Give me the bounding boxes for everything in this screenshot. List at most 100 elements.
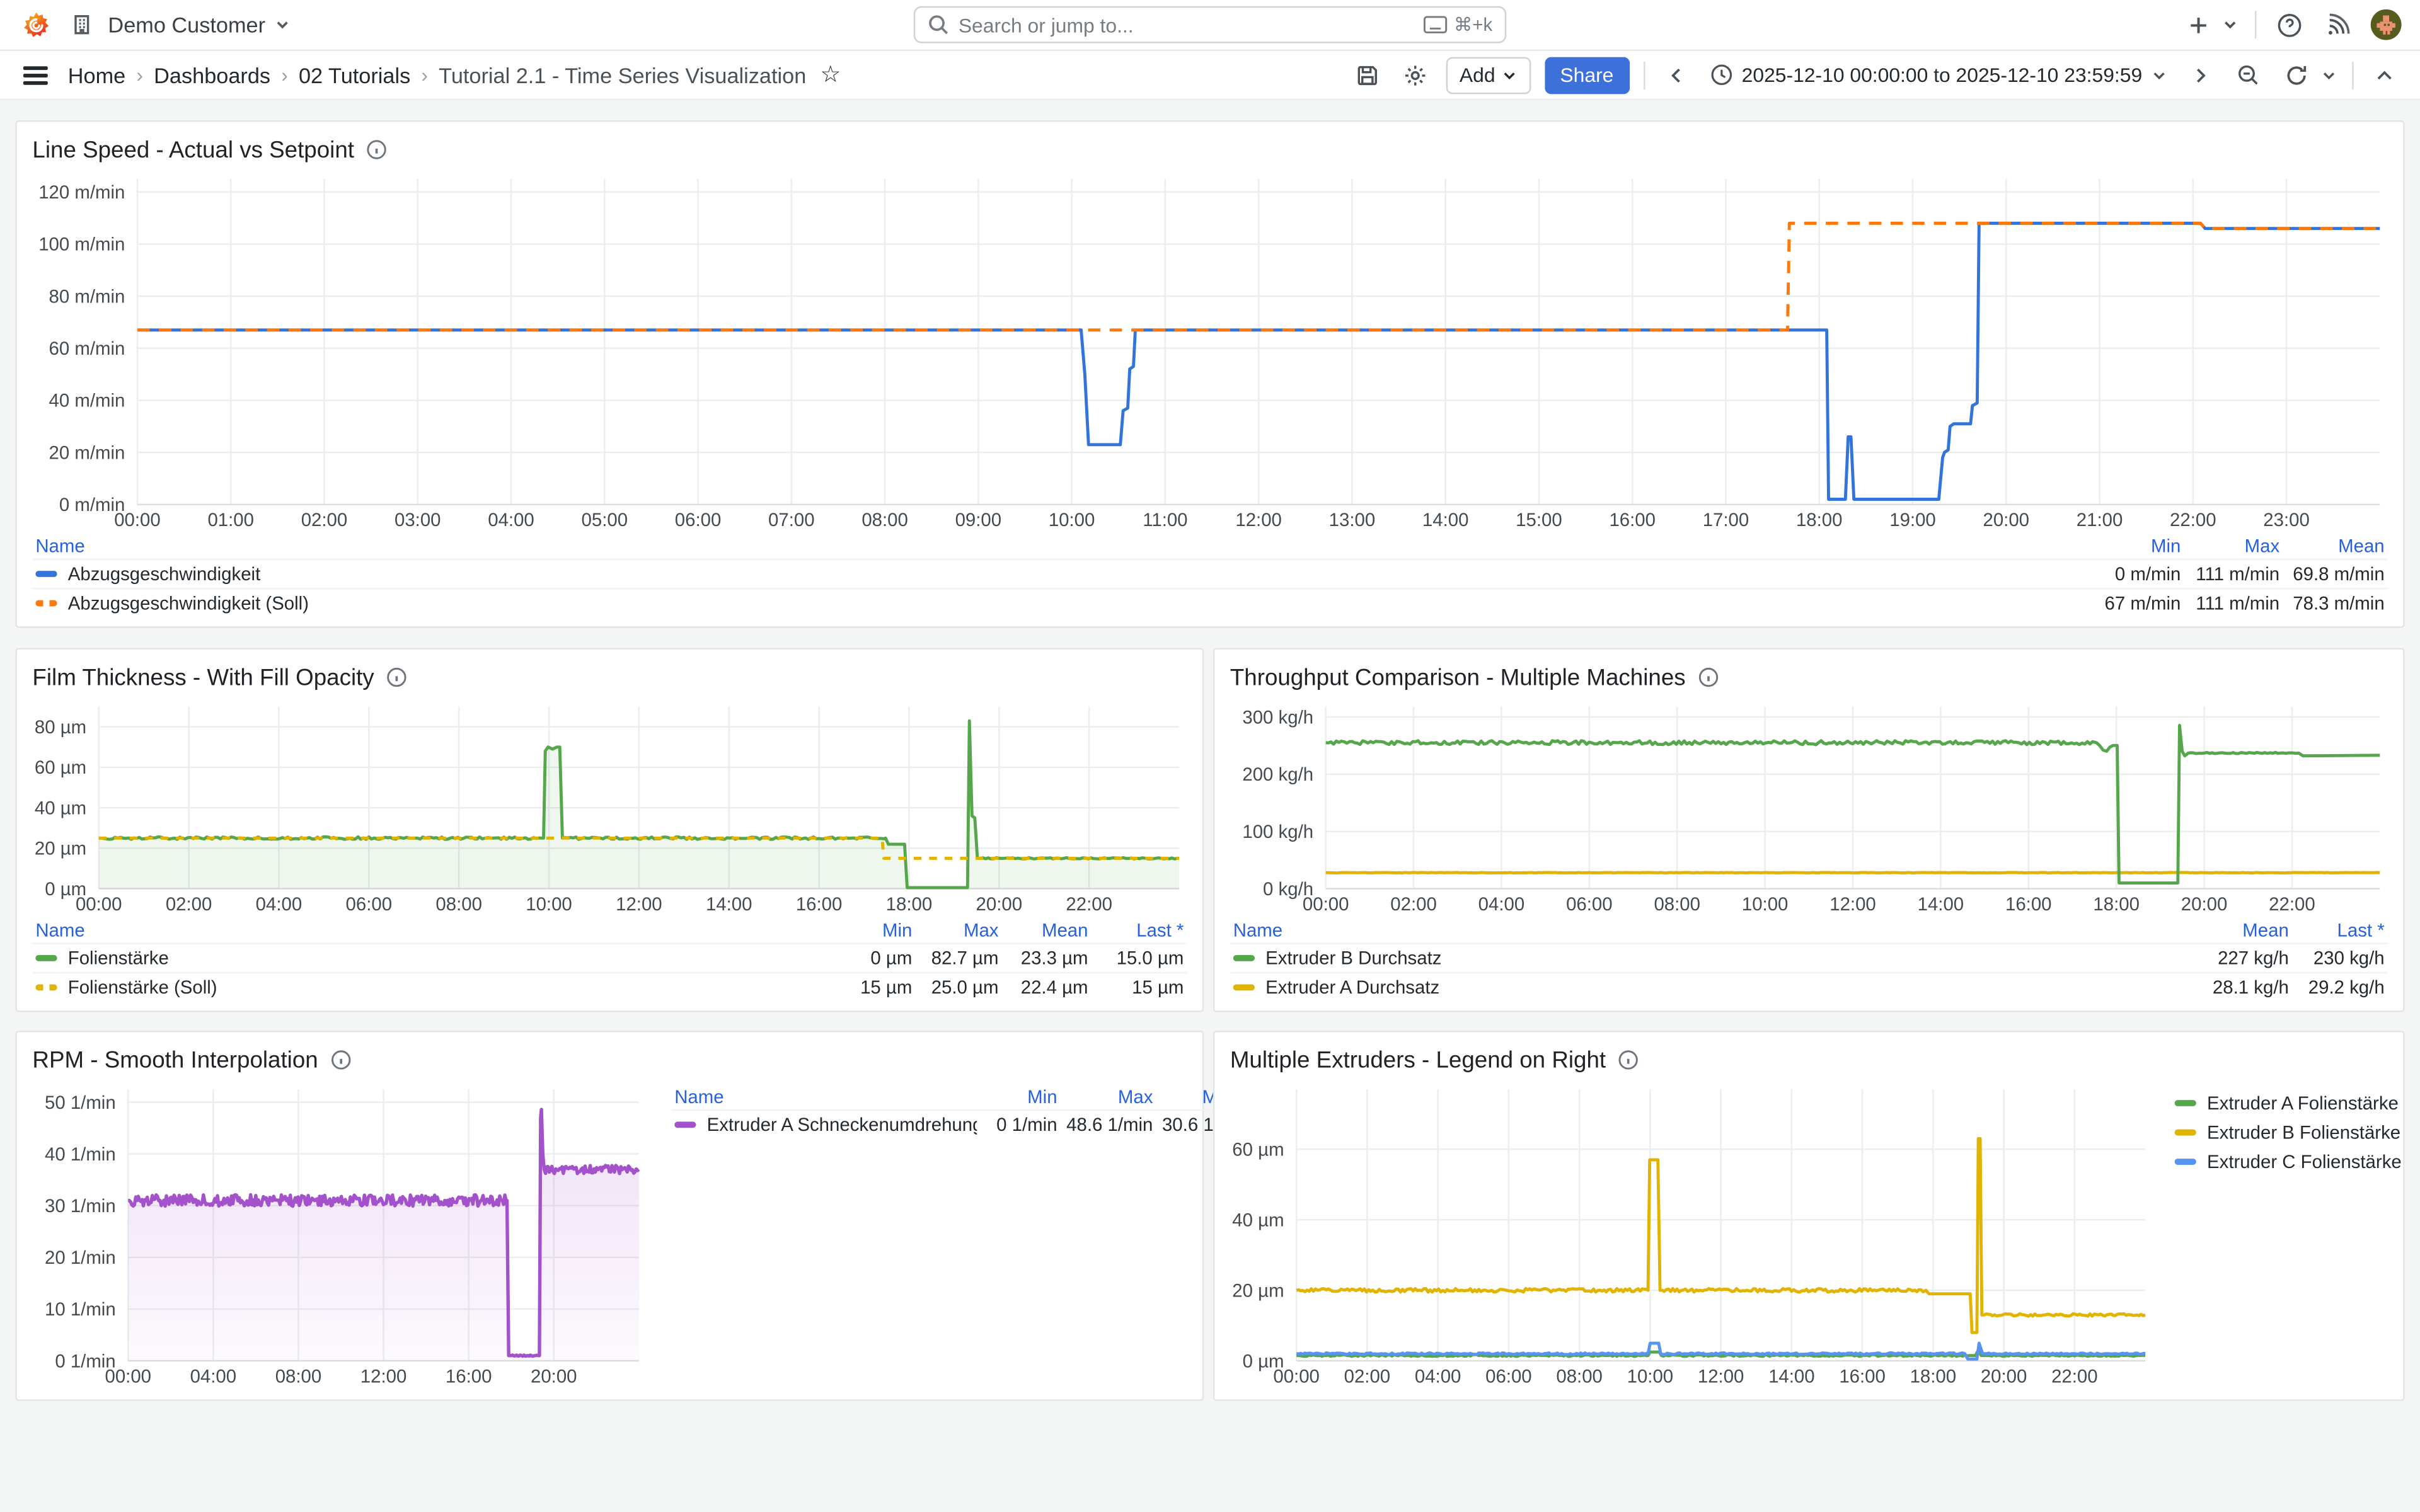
org-name: Demo Customer [108, 13, 265, 37]
avatar[interactable] [2371, 9, 2402, 40]
breadcrumb-dashboards[interactable]: Dashboards [154, 62, 270, 87]
svg-text:18:00: 18:00 [1796, 510, 1843, 530]
legend-col-min[interactable]: Min [2082, 536, 2181, 557]
info-icon[interactable] [367, 139, 388, 160]
save-icon [1354, 62, 1379, 87]
legend-col-max[interactable]: Max [2181, 536, 2279, 557]
svg-text:14:00: 14:00 [1918, 894, 1964, 915]
legend-col-name[interactable]: Name [1233, 920, 2181, 941]
time-series-plot[interactable]: 0 1/min10 1/min20 1/min30 1/min40 1/min5… [32, 1079, 647, 1390]
legend-col-name[interactable]: Name [35, 920, 832, 941]
legend-col-last[interactable]: Last * [2289, 920, 2385, 941]
legend-col-last[interactable]: Last * [1088, 920, 1184, 941]
save-dashboard-button[interactable] [1350, 58, 1384, 92]
svg-text:12:00: 12:00 [360, 1366, 407, 1387]
refresh-icon [2284, 62, 2308, 87]
svg-text:16:00: 16:00 [446, 1366, 492, 1387]
chevron-up-icon [2375, 67, 2394, 83]
legend-series-toggle[interactable]: Extruder A Schneckenumdrehung [674, 1114, 977, 1135]
favorite-star-icon[interactable]: ☆ [820, 63, 841, 86]
legend-series-toggle[interactable]: Folienstärke [35, 948, 832, 969]
divider [2255, 11, 2256, 38]
info-icon[interactable] [1698, 667, 1719, 688]
svg-text:60 m/min: 60 m/min [49, 338, 125, 359]
add-button[interactable]: Add [1446, 56, 1531, 93]
legend-col-name[interactable]: Name [674, 1086, 977, 1108]
info-icon[interactable] [1618, 1049, 1640, 1070]
mega-menu-button[interactable] [18, 58, 52, 92]
time-range-picker[interactable]: 2025-12-10 00:00:00 to 2025-12-10 23:59:… [1706, 63, 2170, 86]
legend-series-toggle[interactable]: Extruder A Durchsatz [1233, 976, 2181, 998]
svg-text:12:00: 12:00 [616, 894, 662, 915]
share-button[interactable]: Share [1545, 56, 1629, 93]
breadcrumb: Home › Dashboards › 02 Tutorials › Tutor… [68, 62, 1350, 87]
divider [2352, 61, 2353, 89]
panel-title[interactable]: Film Thickness - With Fill Opacity [32, 664, 374, 690]
legend-series-toggle[interactable]: Abzugsgeschwindigkeit (Soll) [35, 592, 2082, 614]
breadcrumb-folder[interactable]: 02 Tutorials [299, 62, 410, 87]
time-series-plot[interactable]: 0 µm20 µm40 µm60 µm80 µm00:0002:0004:000… [32, 696, 1187, 918]
search-input[interactable] [959, 13, 1414, 37]
new-chevron[interactable] [2221, 8, 2239, 42]
chevron-down-icon [2321, 67, 2336, 83]
refresh-button[interactable] [2279, 58, 2313, 92]
legend-col-mean[interactable]: Mean [998, 920, 1088, 941]
svg-text:20 µm: 20 µm [35, 839, 86, 859]
panel-title[interactable]: Line Speed - Actual vs Setpoint [32, 137, 354, 163]
legend-col-min[interactable]: Min [977, 1086, 1057, 1108]
legend-col-min[interactable]: Min [832, 920, 912, 941]
series-swatch [2175, 1158, 2196, 1164]
zoom-out-button[interactable] [2232, 58, 2266, 92]
svg-text:100 m/min: 100 m/min [38, 234, 125, 255]
chevron-left-icon [1668, 66, 1683, 84]
panel-title[interactable]: RPM - Smooth Interpolation [32, 1047, 318, 1074]
svg-text:07:00: 07:00 [768, 510, 815, 530]
svg-text:02:00: 02:00 [1390, 894, 1437, 915]
time-shift-forward-button[interactable] [2184, 58, 2218, 92]
dashboard-toolbar: Home › Dashboards › 02 Tutorials › Tutor… [0, 51, 2420, 100]
svg-text:14:00: 14:00 [1768, 1366, 1815, 1387]
legend-series-toggle[interactable]: Extruder B Durchsatz [1233, 948, 2181, 969]
svg-text:04:00: 04:00 [1478, 894, 1525, 915]
svg-text:12:00: 12:00 [1829, 894, 1876, 915]
panel-title[interactable]: Throughput Comparison - Multiple Machine… [1230, 664, 1686, 690]
svg-text:18:00: 18:00 [886, 894, 933, 915]
svg-text:06:00: 06:00 [1485, 1366, 1532, 1387]
svg-text:00:00: 00:00 [76, 894, 122, 915]
info-icon[interactable] [330, 1049, 352, 1070]
info-icon[interactable] [386, 667, 408, 688]
grafana-logo[interactable] [18, 8, 52, 42]
chevron-down-icon [275, 17, 290, 32]
time-series-plot[interactable]: 0 µm20 µm40 µm60 µm00:0002:0004:0006:000… [1230, 1079, 2153, 1390]
legend-series-toggle[interactable]: Extruder B Folienstärke [2175, 1117, 2388, 1147]
refresh-interval-chevron[interactable] [2320, 58, 2338, 92]
gear-icon [1402, 62, 1427, 87]
dashboard-settings-button[interactable] [1398, 58, 1432, 92]
legend-col-max[interactable]: Max [912, 920, 998, 941]
svg-text:10:00: 10:00 [1627, 1366, 1674, 1387]
search-bar[interactable]: ⌘+k [914, 6, 1506, 43]
time-shift-back-button[interactable] [1658, 58, 1692, 92]
breadcrumb-home[interactable]: Home [68, 62, 125, 87]
legend-series-toggle[interactable]: Extruder C Folienstärke [2175, 1147, 2388, 1176]
time-series-plot[interactable]: 0 kg/h100 kg/h200 kg/h300 kg/h00:0002:00… [1230, 696, 2388, 918]
legend-col-mean[interactable]: Mean [2279, 536, 2385, 557]
collapse-toolbar-button[interactable] [2368, 58, 2402, 92]
legend-col-mean[interactable]: Mean [2181, 920, 2288, 941]
svg-text:40 1/min: 40 1/min [45, 1144, 116, 1165]
help-button[interactable] [2272, 8, 2306, 42]
legend-col-max[interactable]: Max [1057, 1086, 1153, 1108]
legend-series-toggle[interactable]: Abzugsgeschwindigkeit [35, 563, 2082, 585]
org-switcher[interactable]: Demo Customer [65, 8, 290, 42]
legend-series-toggle[interactable]: Folienstärke (Soll) [35, 976, 832, 998]
legend-series-toggle[interactable]: Extruder A Folienstärke [2175, 1088, 2388, 1118]
divider [1643, 61, 1644, 89]
new-button[interactable] [2181, 8, 2215, 42]
panel-title[interactable]: Multiple Extruders - Legend on Right [1230, 1047, 1606, 1074]
legend-col-name[interactable]: Name [35, 536, 2082, 557]
legend-table: Name Min Max Mean Abzugsgeschwindigkeit … [32, 534, 2387, 617]
series-swatch [2175, 1128, 2196, 1135]
svg-text:00:00: 00:00 [1273, 1366, 1320, 1387]
news-button[interactable] [2321, 8, 2355, 42]
time-series-plot[interactable]: 0 m/min20 m/min40 m/min60 m/min80 m/min1… [32, 168, 2387, 534]
